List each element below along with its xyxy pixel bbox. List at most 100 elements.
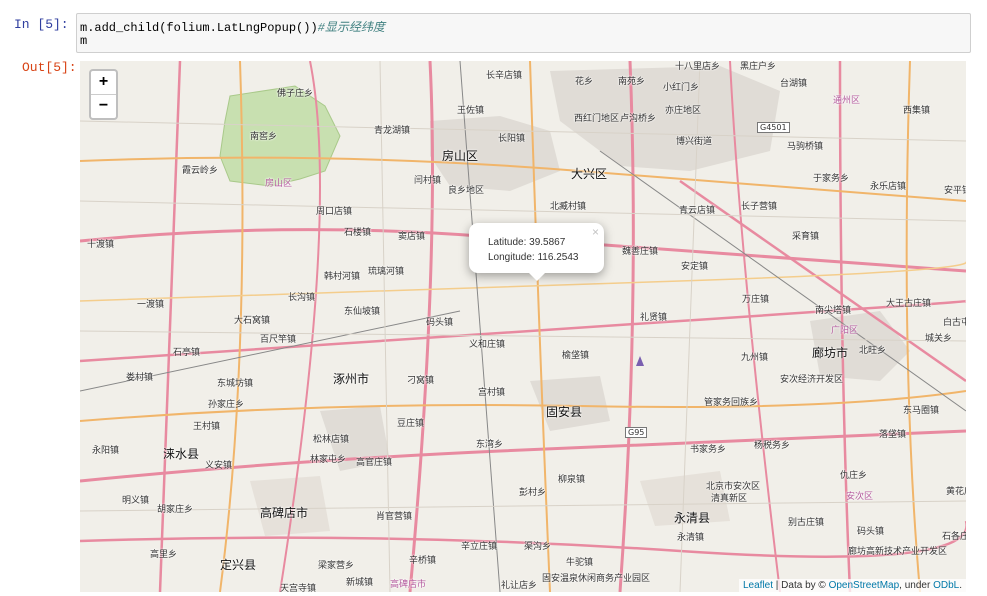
map-label: 城关乡 <box>925 334 953 344</box>
map-label: 固安县 <box>546 405 583 419</box>
map-label: 周口店镇 <box>316 207 353 217</box>
map-label: 长子营镇 <box>741 202 778 212</box>
map-label: 高官庄镇 <box>356 458 393 468</box>
map-label: 天宫寺镇 <box>280 584 317 592</box>
map-label: 石各庄 <box>942 532 966 542</box>
map-label: 北旺乡 <box>859 346 887 356</box>
map-label: 书家务乡 <box>690 445 727 455</box>
map-label: 一渡镇 <box>137 300 165 310</box>
code-line-1[interactable]: m.add_child(folium.LatLngPopup())#显示经纬度 <box>80 18 385 35</box>
attribution-text: . <box>959 580 962 591</box>
map-label: 西集镇 <box>903 106 931 116</box>
map-label: 柳泉镇 <box>558 475 586 485</box>
map-label: 牛驼镇 <box>566 558 594 568</box>
map-label: 礼让店乡 <box>501 581 538 591</box>
map-label: 大兴区 <box>571 167 608 181</box>
map-label: 肖官营镇 <box>376 512 413 522</box>
map-label: 王村镇 <box>193 422 221 432</box>
map-label: 东仙坡镇 <box>344 307 381 317</box>
map-label: 于家务乡 <box>813 174 850 184</box>
map-label: 韩村河镇 <box>324 272 361 282</box>
map-label: 马驹桥镇 <box>787 142 824 152</box>
map-label: 涿州市 <box>333 372 370 386</box>
map-label: 良乡地区 <box>448 186 485 196</box>
map-label: 安定镇 <box>681 262 709 272</box>
map-label: 房山区 <box>442 149 479 163</box>
map-label: 青龙湖镇 <box>374 126 411 136</box>
map-label: 礼贤镇 <box>640 313 668 323</box>
map-label: 白古屯 <box>943 318 966 328</box>
map-label: 永清县 <box>674 511 711 525</box>
map-label: 永乐店镇 <box>870 182 907 192</box>
map-label: 别古庄镇 <box>788 518 825 528</box>
osm-link[interactable]: OpenStreetMap <box>829 580 900 591</box>
map-output[interactable]: 长辛店镇 花乡 南苑乡 小红门乡 十八里店乡 黑庄户乡 台湖镇 通州区 西集镇 … <box>80 61 966 592</box>
map-label: 东城坊镇 <box>217 379 254 389</box>
map-label: 百尺竿镇 <box>260 335 297 345</box>
map-label: 房山区 <box>265 179 293 189</box>
map-label: 大王古庄镇 <box>886 299 932 309</box>
map-label: 渠沟乡 <box>524 542 552 552</box>
popup-longitude: Longitude: 116.2543 <box>488 252 579 263</box>
in-prompt: In [5]: <box>14 17 69 32</box>
latlng-popup: × Latitude: 39.5867 Longitude: 116.2543 <box>469 223 604 281</box>
map-label: 通州区 <box>833 96 861 106</box>
map-label: 胡家庄乡 <box>157 505 194 515</box>
map-label: 北臧村镇 <box>550 202 587 212</box>
map-label: 采育镇 <box>792 232 820 242</box>
popup-tip <box>528 272 546 281</box>
map-label: 石楼镇 <box>344 228 372 238</box>
map-label: 南苑乡 <box>618 77 646 87</box>
map-label: 梁家营乡 <box>318 561 355 571</box>
map-label: 王佐镇 <box>457 106 485 116</box>
leaflet-link[interactable]: Leaflet <box>743 580 773 591</box>
map-label: 安平镇 <box>944 186 966 196</box>
code-comment: #显示经纬度 <box>317 21 385 35</box>
map-label: 永清镇 <box>677 533 705 543</box>
code-cell-input[interactable]: m.add_child(folium.LatLngPopup())#显示经纬度 … <box>76 13 971 53</box>
map-label: 永阳镇 <box>92 446 120 456</box>
map-label: 高碑店市 <box>260 506 309 520</box>
attribution-text: , under <box>899 580 934 591</box>
map-attribution: Leaflet | Data by © OpenStreetMap, under… <box>738 579 966 592</box>
map-label: 花乡 <box>575 77 594 87</box>
popup-close-button[interactable]: × <box>592 225 599 239</box>
map-label: 榆垡镇 <box>562 351 590 361</box>
map-label: 廊坊高新技术产业开发区 <box>848 547 948 557</box>
map-label: 清真新区 <box>711 494 748 504</box>
map-label: 石亭镇 <box>173 348 201 358</box>
map-label: 长辛店镇 <box>486 71 523 81</box>
map-label: 高碑店市 <box>390 580 427 590</box>
map-label: 辛桥镇 <box>409 556 437 566</box>
map-label: 松林店镇 <box>313 435 350 445</box>
map-label: 万庄镇 <box>742 295 770 305</box>
map-label: 佛子庄乡 <box>277 89 314 99</box>
code-line-2[interactable]: m <box>80 34 87 48</box>
map-label: 九州镇 <box>741 353 769 363</box>
zoom-in-button[interactable]: + <box>91 71 116 95</box>
popup-latitude: Latitude: 39.5867 <box>488 237 566 248</box>
map-label: 豆庄镇 <box>397 419 425 429</box>
map-label: 娄村镇 <box>126 373 154 383</box>
out-prompt: Out[5]: <box>22 60 77 75</box>
map-label: 大石窝镇 <box>234 316 271 326</box>
map-label: 安次区 <box>846 492 874 502</box>
zoom-out-button[interactable]: − <box>91 95 116 118</box>
odbl-link[interactable]: ODbL <box>933 580 959 591</box>
code-text: m.add_child(folium.LatLngPopup()) <box>80 21 318 35</box>
map-label: 义和庄镇 <box>469 340 506 350</box>
map-label: 广阳区 <box>831 326 859 336</box>
map-label: 高里乡 <box>150 550 178 560</box>
zoom-control: + − <box>89 69 118 120</box>
map-label: 涞水县 <box>163 447 200 461</box>
map-label: 十八里店乡 <box>675 62 721 72</box>
map-label: 辛立庄镇 <box>461 542 498 552</box>
map-label: 黑庄户乡 <box>740 62 777 72</box>
map-label: 闫村镇 <box>414 176 442 186</box>
map-label: 新城镇 <box>346 578 374 588</box>
map-label: 东湾乡 <box>476 440 504 450</box>
road-shield: G4501 <box>757 122 790 133</box>
map-label: 青云店镇 <box>679 206 716 216</box>
map-label: 长阳镇 <box>498 134 526 144</box>
map-label: 西红门地区 <box>574 114 620 124</box>
